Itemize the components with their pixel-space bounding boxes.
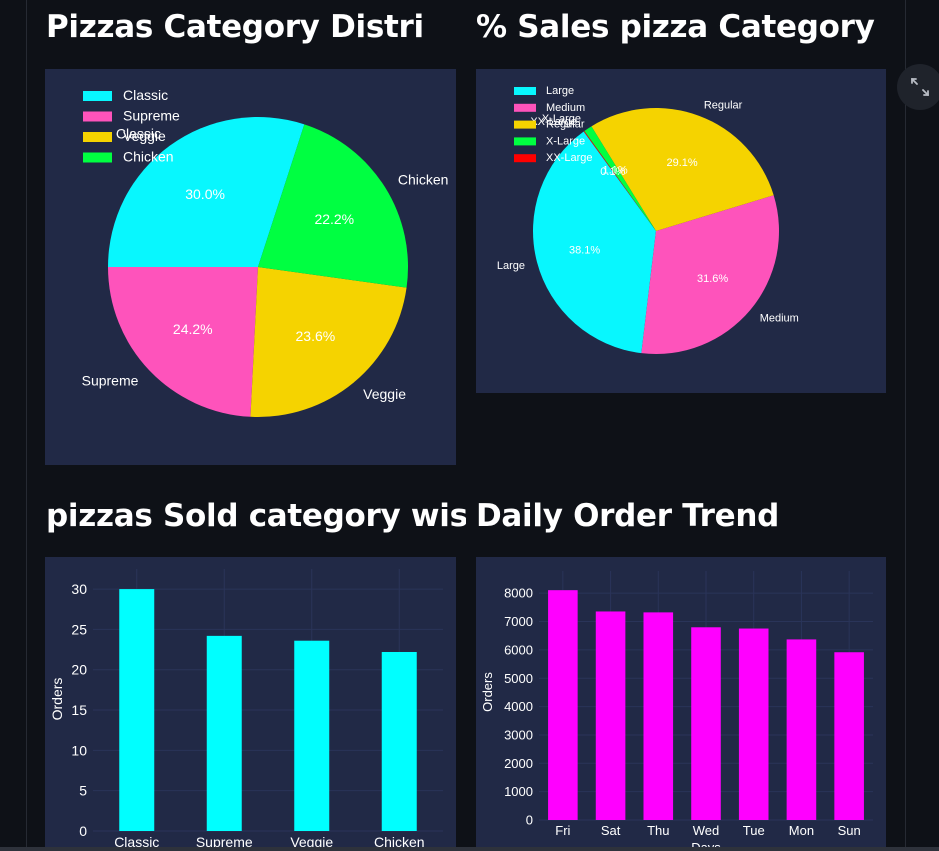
y-tick-label: 0 (79, 823, 87, 839)
bar-supreme (206, 635, 242, 831)
bottom-scrollbar[interactable] (0, 847, 939, 851)
slice-percent-label: 29.1% (666, 157, 697, 169)
slice-label: Medium (760, 313, 799, 325)
left-divider (26, 0, 27, 851)
legend-swatch (83, 132, 112, 142)
bar-sun (834, 652, 864, 820)
fullscreen-button[interactable] (897, 64, 939, 110)
y-tick-label: 5 (79, 783, 87, 799)
category-pie-chart: 30.0% Classic 24.2% Supreme 23.6% Veggie 22.2%… (82, 87, 449, 417)
category-pie-panel: 30.0% Classic 24.2% Supreme 23.6% Veggie 22.2%… (45, 69, 456, 465)
legend-swatch (83, 111, 112, 122)
y-tick-label: 30 (71, 581, 87, 597)
chart4-title: Daily Order Trend (476, 498, 780, 534)
y-tick-label: 4000 (504, 699, 533, 714)
y-tick-label: 0 (526, 813, 533, 828)
slice-percent-label: 31.6% (697, 273, 728, 285)
y-tick-label: 10 (71, 742, 87, 758)
legend-swatch (514, 154, 536, 163)
expand-arrows-icon (911, 78, 929, 96)
size-pie-chart: 38.1%Large31.6%Medium29.1%Regular1.1%X-L… (497, 85, 799, 354)
legend-label: Supreme (123, 108, 180, 124)
legend-label: Large (546, 85, 574, 97)
legend-swatch (514, 120, 536, 129)
bar-chicken (381, 651, 417, 831)
right-divider (905, 0, 906, 851)
bar-thu (643, 612, 674, 820)
y-tick-label: 1000 (504, 784, 533, 799)
y-axis-label: Orders (49, 678, 65, 721)
y-axis-label: Orders (480, 672, 495, 712)
x-tick-label: Thu (647, 823, 669, 838)
legend-label: X-Large (546, 135, 585, 147)
slice-percent-label: 22.2% (314, 211, 354, 227)
slice-percent-label: 24.2% (173, 321, 213, 337)
legend-swatch (83, 91, 112, 101)
x-tick-label: Sun (838, 823, 861, 838)
legend-swatch (514, 87, 536, 95)
slice-label: Veggie (363, 386, 406, 402)
y-tick-label: 15 (71, 702, 87, 718)
daily-bar-panel: Fri Sat Thu Wed Tue Mon Sun 0 1000 2000 3000 4000 50… (476, 557, 886, 851)
y-tick-label: 20 (71, 662, 87, 678)
size-pie-panel: 38.1% Large 31.6% Medium 29.1% Regular 1.1% X-L… (476, 69, 886, 393)
bar-mon (786, 639, 817, 820)
pie-slice-supreme (108, 267, 258, 417)
legend-label: Veggie (123, 128, 166, 144)
y-tick-label: 25 (71, 621, 87, 637)
legend-label: XX-Large (546, 152, 592, 164)
y-tick-label: 5000 (504, 671, 533, 686)
y-tick-label: 7000 (504, 614, 533, 629)
chart3-title: pizzas Sold category wise (46, 498, 466, 534)
x-tick-label: Wed (693, 823, 720, 838)
category-bar-chart: Classic Supreme Veggie Chicken051015202530O… (49, 569, 443, 850)
bar-wed (691, 627, 721, 820)
legend-label: Chicken (123, 149, 174, 165)
legend-swatch (514, 137, 536, 146)
slice-label: Large (497, 260, 525, 272)
x-tick-label: Sat (601, 823, 621, 838)
legend-label: Medium (546, 102, 585, 114)
chart1-title: Pizzas Category Distri (46, 9, 424, 45)
x-tick-label: Tue (743, 823, 765, 838)
y-tick-label: 6000 (504, 642, 533, 657)
category-bar-panel: Classic Supreme Veggie Chicken 0 5 10 15 20 25 30 O… (45, 557, 456, 851)
y-tick-label: 2000 (504, 756, 533, 771)
legend-label: Classic (123, 87, 168, 103)
legend-label: Regular (546, 119, 585, 131)
slice-percent-label: 38.1% (569, 244, 600, 256)
bar-veggie (294, 640, 330, 831)
legend-swatch (514, 103, 536, 112)
y-tick-label: 3000 (504, 727, 533, 742)
bar-fri (548, 590, 578, 820)
bar-classic (119, 589, 155, 831)
x-tick-label: Fri (555, 823, 570, 838)
daily-bar-chart: Fri Sat Thu Wed Tue Mon Sun 0 1000 2000 3000 4000 50… (480, 571, 873, 851)
chart2-title: % Sales pizza Category (476, 9, 875, 45)
slice-percent-label: 0.1% (600, 166, 625, 178)
x-tick-label: Mon (789, 823, 814, 838)
slice-label: Chicken (398, 171, 449, 187)
slice-percent-label: 23.6% (296, 328, 336, 344)
y-tick-label: 8000 (504, 586, 533, 601)
bar-tue (738, 628, 769, 820)
slice-label: Regular (704, 99, 743, 111)
bar-sat (595, 611, 626, 820)
slice-percent-label: 30.0% (185, 186, 225, 202)
slice-label: Supreme (82, 373, 139, 389)
legend-swatch (83, 152, 112, 163)
